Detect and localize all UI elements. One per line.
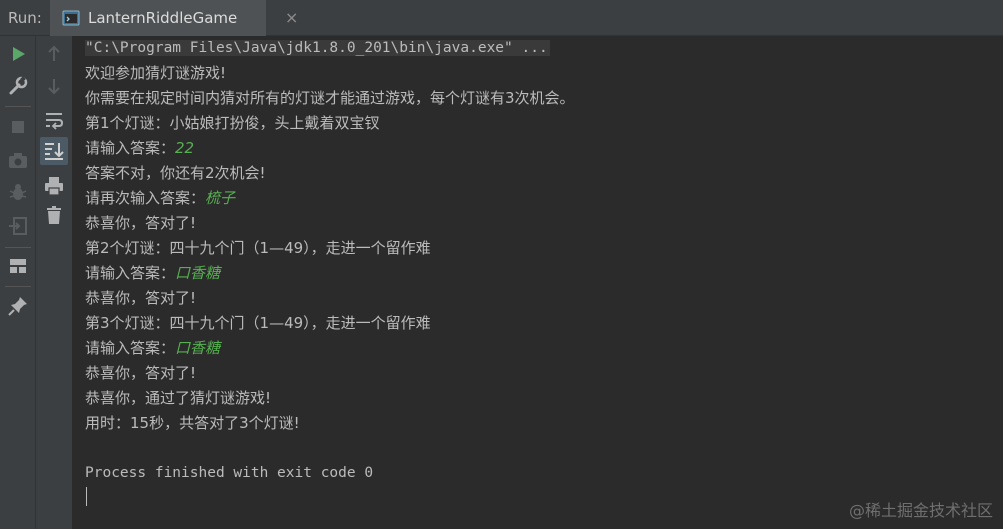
prompt-text: 请输入答案： (85, 264, 176, 282)
text-cursor (86, 487, 87, 506)
run-icon[interactable] (6, 42, 30, 66)
debug-icon[interactable] (6, 181, 30, 205)
prompt-text: 请输入答案： (85, 139, 176, 157)
camera-icon[interactable] (6, 148, 30, 172)
user-input: 口香糖 (175, 339, 221, 357)
process-exit-line: Process finished with exit code 0 (85, 465, 374, 481)
java-command-line: "C:\Program Files\Java\jdk1.8.0_201\bin\… (85, 40, 550, 56)
exit-icon[interactable] (6, 214, 30, 238)
watermark: @稀土掘金技术社区 (848, 501, 993, 520)
console-line: 第2个灯谜：四十九个门（1—49），走进一个留作难 (85, 239, 431, 257)
console-output[interactable]: "C:\Program Files\Java\jdk1.8.0_201\bin\… (73, 36, 1003, 529)
close-icon[interactable]: × (285, 8, 298, 27)
console-line: 请再次输入答案：梳子 (85, 186, 235, 211)
console-line: 你需要在规定时间内猜对所有的灯谜才能通过游戏，每个灯谜有3次机会。 (85, 89, 575, 107)
scroll-to-end-icon[interactable] (40, 137, 68, 165)
run-actions-toolbar (0, 36, 35, 529)
trash-icon[interactable] (42, 203, 66, 227)
console-line: "C:\Program Files\Java\jdk1.8.0_201\bin\… (85, 36, 550, 61)
console-line: 欢迎参加猜灯谜游戏! (85, 64, 227, 82)
layout-icon[interactable] (6, 254, 30, 278)
toolbar-separator (5, 286, 31, 287)
wrench-icon[interactable] (6, 74, 30, 98)
console-line: 请输入答案：口香糖 (85, 261, 220, 286)
stop-icon[interactable] (6, 115, 30, 139)
prompt-text: 请输入答案： (85, 339, 176, 357)
tab-title: LanternRiddleGame (88, 9, 238, 27)
tab-lantern-riddle-game[interactable]: LanternRiddleGame × (50, 0, 298, 36)
run-toolwindow-header: Run: LanternRiddleGame × (0, 0, 1003, 36)
run-label: Run: (8, 9, 42, 27)
console-actions-toolbar (35, 36, 72, 529)
pin-icon[interactable] (6, 294, 30, 318)
console-line: 请输入答案：22 (85, 136, 194, 161)
console-line: 恭喜你，答对了! (85, 364, 197, 382)
prompt-text: 请再次输入答案： (85, 189, 206, 207)
user-input: 梳子 (205, 189, 236, 207)
toolbar-separator (5, 106, 31, 107)
console-line: 恭喜你，答对了! (85, 214, 197, 232)
soft-wrap-icon[interactable] (42, 108, 66, 132)
console-line: 用时：15秒，共答对了3个灯谜! (85, 414, 300, 432)
console-line: 恭喜你，通过了猜灯谜游戏! (85, 389, 272, 407)
console-line: 答案不对，你还有2次机会! (85, 164, 266, 182)
console-tab-icon (62, 9, 80, 27)
console-line: 恭喜你，答对了! (85, 289, 197, 307)
console-line: 第3个灯谜：四十九个门（1—49），走进一个留作难 (85, 314, 431, 332)
user-input: 口香糖 (175, 264, 221, 282)
up-arrow-icon[interactable] (42, 42, 66, 66)
down-arrow-icon[interactable] (42, 74, 66, 98)
toolbar-separator (5, 247, 31, 248)
console-line: 请输入答案：口香糖 (85, 336, 220, 361)
console-line: 第1个灯谜：小姑娘打扮俊，头上戴着双宝钗 (85, 114, 380, 132)
print-icon[interactable] (42, 174, 66, 198)
user-input: 22 (175, 139, 195, 157)
